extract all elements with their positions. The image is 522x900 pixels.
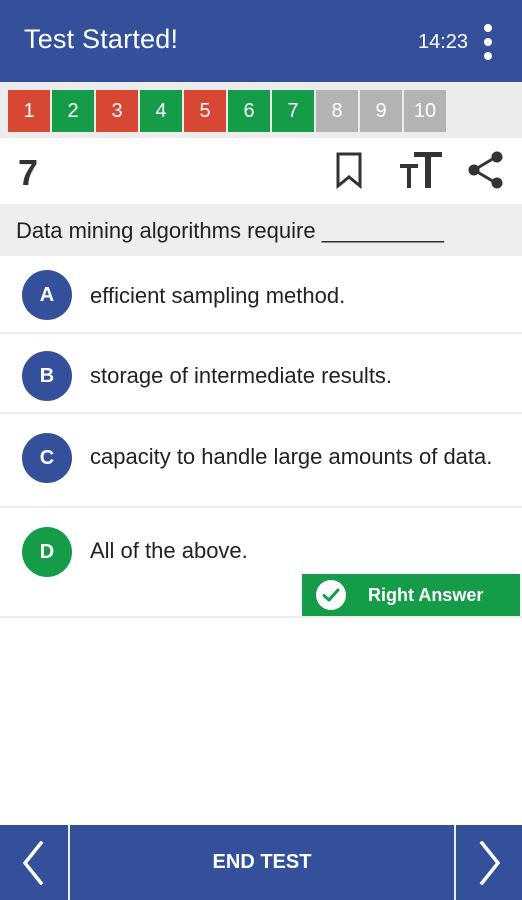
question-nav-5[interactable]: 5	[184, 90, 226, 132]
question-text-panel: Data mining algorithms require _________…	[0, 204, 522, 256]
app-bar: Test Started! 14:23	[0, 0, 522, 82]
app-title: Test Started!	[24, 24, 179, 54]
question-nav-label: 8	[331, 99, 343, 122]
option-letter-badge: A	[22, 270, 72, 320]
question-nav-label: 6	[243, 99, 255, 122]
option-text: All of the above.	[90, 538, 248, 563]
question-nav-4[interactable]: 4	[140, 90, 182, 132]
bottom-navigation-bar: END TEST	[0, 825, 522, 900]
share-icon[interactable]	[466, 150, 506, 190]
option-a[interactable]: A efficient sampling method.	[0, 256, 522, 334]
chevron-left-icon	[22, 840, 44, 885]
question-nav-label: 7	[287, 99, 299, 122]
option-b[interactable]: B storage of intermediate results.	[0, 334, 522, 414]
chevron-right-icon	[479, 840, 501, 885]
question-nav-6[interactable]: 6	[228, 90, 270, 132]
right-answer-label: Right Answer	[368, 584, 484, 605]
text-size-icon[interactable]	[398, 150, 444, 190]
question-toolbar: 7	[0, 138, 522, 204]
timer-clock: 14:23	[418, 31, 469, 53]
question-nav-8[interactable]: 8	[316, 90, 358, 132]
question-nav-label: 9	[375, 99, 387, 122]
question-nav-label: 4	[155, 99, 167, 122]
bookmark-icon[interactable]	[330, 150, 370, 190]
question-nav-10[interactable]: 10	[404, 90, 446, 132]
question-nav-label: 1	[23, 99, 35, 122]
question-nav-label: 3	[111, 99, 123, 122]
option-letter-badge: D	[22, 527, 72, 577]
question-nav-9[interactable]: 9	[360, 90, 402, 132]
question-text: Data mining algorithms require _________…	[16, 218, 445, 243]
next-question-button[interactable]	[456, 825, 522, 900]
option-text: efficient sampling method.	[90, 283, 346, 308]
option-c[interactable]: C capacity to handle large amounts of da…	[0, 414, 522, 508]
option-letter-badge: C	[22, 433, 72, 483]
question-nav-label: 10	[413, 99, 437, 122]
option-text: storage of intermediate results.	[90, 363, 393, 388]
previous-question-button[interactable]	[0, 825, 68, 900]
question-nav-label: 2	[67, 99, 79, 122]
question-nav-2[interactable]: 2	[52, 90, 94, 132]
option-letter-badge: B	[22, 351, 72, 401]
question-nav-7[interactable]: 7	[272, 90, 314, 132]
question-nav-3[interactable]: 3	[96, 90, 138, 132]
option-text: capacity to handle large amounts of data…	[90, 444, 493, 469]
question-nav-label: 5	[199, 99, 211, 122]
end-test-button[interactable]: END TEST	[70, 825, 454, 900]
question-nav-1[interactable]: 1	[8, 90, 50, 132]
right-answer-banner: Right Answer	[302, 574, 520, 616]
question-number: 7	[18, 152, 39, 193]
check-circle-icon	[316, 580, 346, 610]
overflow-menu-icon[interactable]	[480, 24, 496, 60]
question-navigator: 1 2 3 4 5 6 7 8 9 10	[0, 82, 522, 138]
